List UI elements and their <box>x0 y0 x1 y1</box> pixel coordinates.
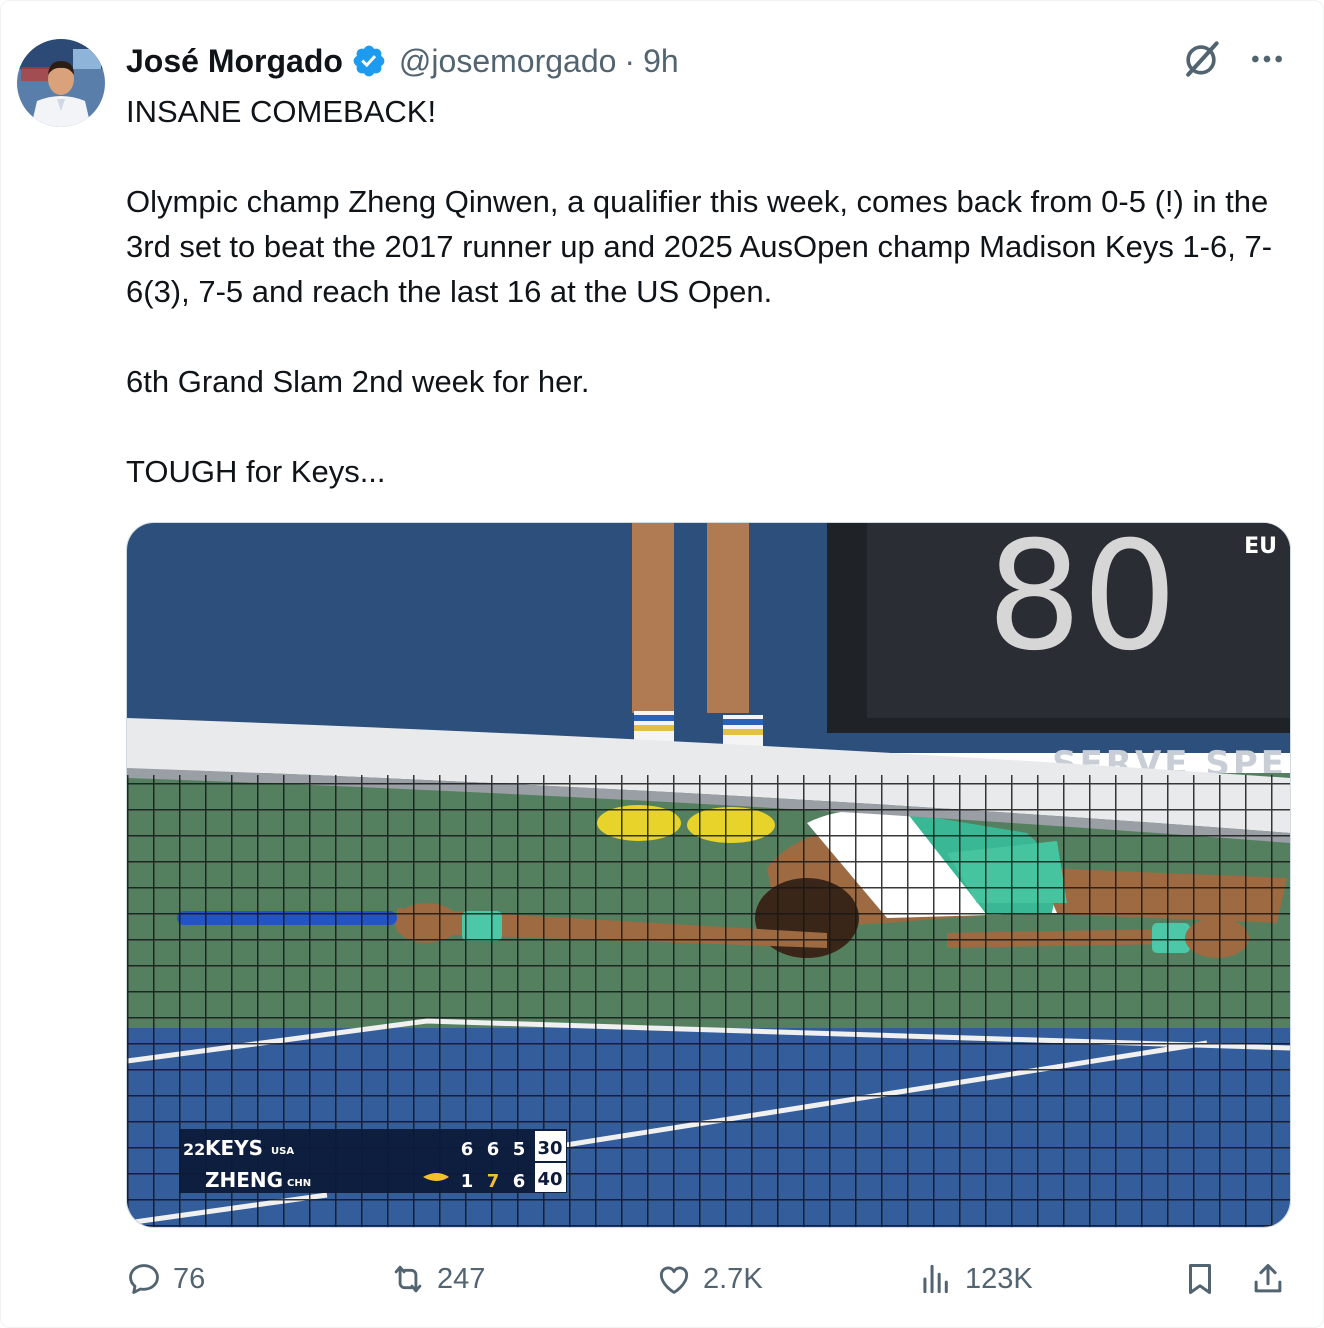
match-photo: 80 EU SERVE SPE 22 KEYS USA ZHENG CHN 6 … <box>127 523 1290 1227</box>
tweet-text: INSANE COMEBACK! Olympic champ Zheng Qin… <box>126 89 1286 494</box>
bookmark-icon <box>1188 1264 1212 1294</box>
share-icon <box>1254 1264 1282 1293</box>
speed-display: 80 <box>987 523 1178 684</box>
scoreboard-seed: 22 <box>183 1140 205 1159</box>
reply-count: 76 <box>173 1262 206 1295</box>
repost-count: 247 <box>437 1262 486 1295</box>
set-score: 6 <box>487 1139 500 1160</box>
tweet-media[interactable]: 80 EU SERVE SPE 22 KEYS USA ZHENG CHN 6 … <box>126 522 1291 1228</box>
bookmark-button[interactable] <box>1181 1255 1219 1303</box>
tweet-time[interactable]: 9h <box>643 43 679 80</box>
game-points: 40 <box>537 1169 562 1190</box>
repost-icon <box>394 1265 422 1293</box>
set-score: 6 <box>513 1171 526 1192</box>
tweet-header: José Morgado @josemorgado · 9h <box>126 39 679 83</box>
views-button[interactable]: 123K <box>917 1255 1033 1303</box>
scoreboard-player-name: KEYS <box>205 1136 263 1160</box>
reply-icon <box>129 1264 159 1294</box>
author-handle[interactable]: @josemorgado <box>399 43 616 80</box>
tweet-actions: 76 247 2.7K 123K <box>125 1255 1289 1303</box>
tweet-paragraph: TOUGH for Keys... <box>126 454 386 489</box>
more-icon[interactable] <box>1247 39 1287 79</box>
like-button[interactable]: 2.7K <box>655 1255 763 1303</box>
scoreboard-country: CHN <box>287 1178 311 1189</box>
set-score: 7 <box>487 1171 500 1192</box>
tweet-card[interactable]: José Morgado @josemorgado · 9h INSANE CO… <box>0 0 1324 1328</box>
like-count: 2.7K <box>703 1262 763 1295</box>
set-score: 6 <box>461 1139 474 1160</box>
tweet-paragraph: INSANE COMEBACK! <box>126 94 437 129</box>
tweet-paragraph: 6th Grand Slam 2nd week for her. <box>126 364 590 399</box>
verified-badge-icon[interactable] <box>351 43 387 79</box>
heart-icon <box>659 1266 689 1294</box>
repost-button[interactable]: 247 <box>389 1255 485 1303</box>
corner-logo: EU <box>1244 534 1277 559</box>
header-separator: · <box>624 42 636 79</box>
views-count: 123K <box>965 1262 1033 1295</box>
views-icon <box>923 1264 948 1294</box>
avatar[interactable] <box>17 39 105 127</box>
game-points: 30 <box>537 1138 562 1159</box>
grok-icon[interactable] <box>1179 37 1223 81</box>
author-name[interactable]: José Morgado <box>126 43 343 80</box>
avatar-image <box>17 39 105 127</box>
scoreboard: 22 KEYS USA ZHENG CHN 6 6 5 1 7 6 30 40 <box>179 1129 567 1193</box>
tweet-top-actions <box>1179 37 1287 81</box>
scoreboard-player-name: ZHENG <box>205 1168 283 1192</box>
set-score: 1 <box>461 1171 474 1192</box>
share-button[interactable] <box>1249 1255 1287 1303</box>
tweet-paragraph: Olympic champ Zheng Qinwen, a qualifier … <box>126 184 1273 309</box>
set-score: 5 <box>513 1139 526 1160</box>
reply-button[interactable]: 76 <box>125 1255 205 1303</box>
scoreboard-country: USA <box>271 1146 294 1157</box>
